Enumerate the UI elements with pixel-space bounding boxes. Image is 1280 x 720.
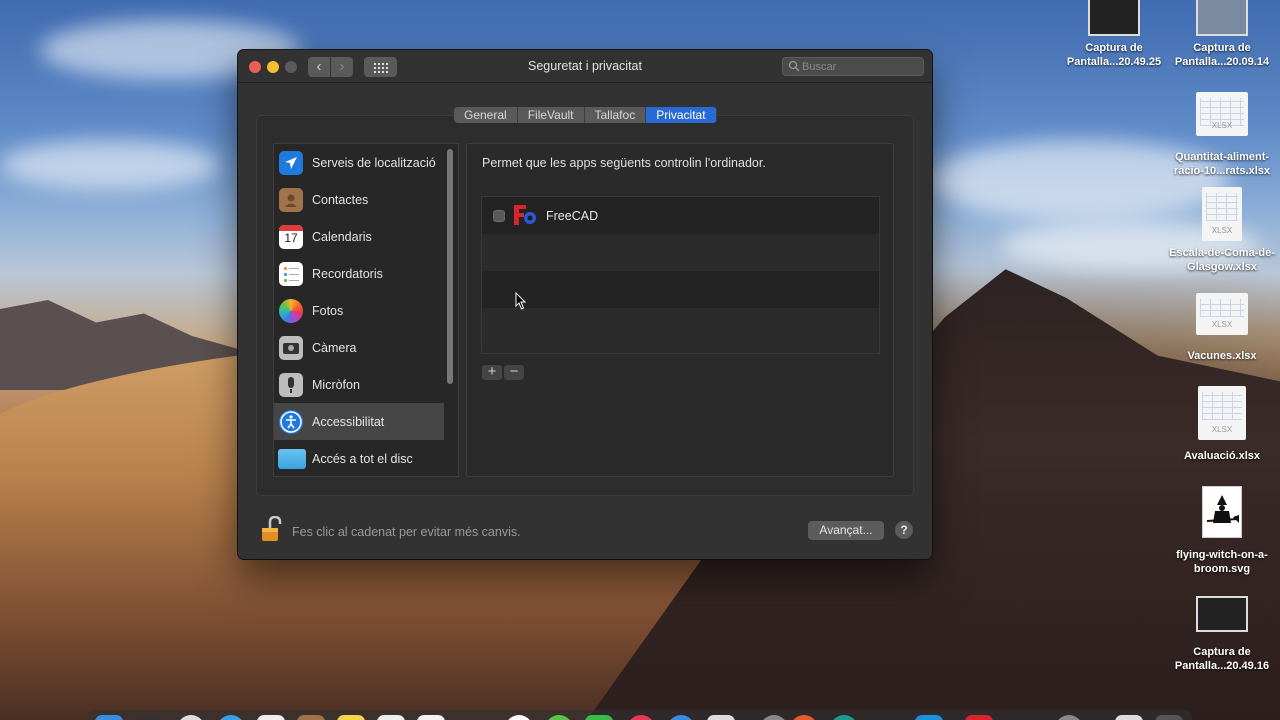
microphone-icon [279,372,303,397]
desktop-icon-label: Captura de Pantalla...20.09.14 [1174,42,1270,68]
tab-general[interactable]: General [454,107,518,123]
folder-icon [278,448,306,469]
desktop-icon[interactable]: XLSX Vacunes.xlsx [1162,293,1280,363]
tab-privacy[interactable]: Privacitat [646,107,717,123]
desktop-icon[interactable]: Captura de Pantalla...20.49.16 [1162,596,1280,673]
camera-icon [279,335,303,360]
app-dock-icon[interactable] [915,715,943,720]
list-item [482,234,879,271]
desktop-icon-label: Captura de Pantalla...20.49.16 [1174,646,1270,672]
desktop-icon[interactable]: Captura de Pantalla...20.49.25 [1054,0,1174,69]
sidebar-item-label: Serveis de localització [312,155,436,170]
sidebar-item-label: Calendaris [312,229,372,244]
sidebar-item-full-disk-access[interactable]: Accés a tot el disc [274,440,444,476]
desktop-icon-label: Vacunes.xlsx [1187,350,1257,362]
privacy-category-list[interactable]: Serveis de localització Contactes 17 Cal… [273,143,459,477]
xlsx-file-icon: XLSX [1198,386,1246,440]
screenshot-thumbnail-icon [1196,0,1248,36]
contacts-dock-icon[interactable] [297,715,325,720]
search-icon [788,60,800,72]
desktop-icon-label: Quantitat-aliment-racio-10...rats.xlsx [1173,151,1270,177]
desktop-icon[interactable]: flying-witch-on-a-broom.svg [1162,486,1280,576]
pane-description: Permet que les apps següents controlin l… [482,156,766,170]
sidebar-item-camera[interactable]: Càmera [274,329,444,366]
tab-firewall[interactable]: Tallafoc [584,107,647,123]
desktop-icon[interactable]: XLSX Escala-de-Coma-de-Glasgow.xlsx [1162,187,1280,274]
finder-dock-icon[interactable] [95,715,123,720]
desktop-icon-label: flying-witch-on-a-broom.svg [1176,549,1268,575]
list-item [482,271,879,308]
reminders-icon [279,261,303,286]
mouse-cursor-icon [515,292,527,310]
sidebar-item-contacts[interactable]: Contactes [274,181,444,218]
facetime-dock-icon[interactable] [585,715,613,720]
search-field[interactable] [782,57,924,76]
list-item [482,308,879,345]
list-item[interactable]: FreeCAD [482,197,879,234]
sidebar-item-label: Accessibilitat [312,414,385,429]
sidebar-item-label: Accés a tot el disc [312,451,413,466]
screenshot-thumbnail-icon [1196,596,1248,632]
accessibility-icon [279,409,303,434]
sidebar-item-label: Recordatoris [312,266,383,281]
sidebar-item-label: Micròfon [312,377,360,392]
app-name: FreeCAD [546,209,599,223]
photos-icon [279,298,303,323]
xlsx-file-icon: XLSX [1196,293,1248,335]
notes-dock-icon[interactable] [337,715,365,720]
maps-dock-icon[interactable] [417,715,445,720]
desktop-icon-label: Escala-de-Coma-de-Glasgow.xlsx [1169,247,1275,273]
app-enable-checkbox[interactable] [493,210,505,222]
desktop-icon[interactable]: XLSX Quantitat-aliment-racio-10...rats.x… [1162,92,1280,178]
desktop-icon[interactable]: Captura de Pantalla...20.09.14 [1162,0,1280,69]
contacts-icon [279,187,303,212]
screenshot-thumbnail-icon [1088,0,1140,36]
xlsx-file-icon: XLSX [1202,187,1242,241]
sidebar-item-accessibility[interactable]: Accessibilitat [274,403,444,440]
sidebar-scrollbar[interactable] [447,149,453,384]
lock-message: Fes clic al cadenat per evitar més canvi… [292,525,521,539]
desktop-icon-label: Avaluació.xlsx [1183,450,1261,462]
sidebar-item-label: Càmera [312,340,357,355]
advanced-button[interactable]: Avançat... [808,521,884,540]
help-button[interactable]: ? [895,521,913,539]
witch-svg-file-icon [1202,486,1242,538]
app-list[interactable]: FreeCAD [481,196,880,354]
desktop-icon-label: Captura de Pantalla...20.49.25 [1066,42,1162,68]
desktop-icon[interactable]: XLSX Avaluació.xlsx [1162,386,1280,463]
freecad-dock-icon[interactable] [965,715,993,720]
tab-bar: General FileVault Tallafoc Privacitat [454,107,717,123]
reminders-dock-icon[interactable] [377,715,405,720]
sidebar-item-label: Contactes [312,192,369,207]
padlock-icon[interactable] [260,515,282,542]
title-bar: ‹ › Seguretat i privacitat [238,50,932,83]
preview-dock-icon[interactable] [707,715,735,720]
trash-dock-icon[interactable] [1155,715,1183,720]
sidebar-item-photos[interactable]: Fotos [274,292,444,329]
xlsx-file-icon: XLSX [1196,92,1248,136]
add-app-button[interactable]: + [482,364,502,380]
tab-filevault[interactable]: FileVault [517,107,585,123]
sidebar-item-microphone[interactable]: Micròfon [274,366,444,403]
search-input[interactable] [802,59,918,74]
freecad-icon [512,203,538,227]
sidebar-item-label: Fotos [312,303,344,318]
security-privacy-window: ‹ › Seguretat i privacitat General FileV… [238,50,932,559]
location-arrow-icon [279,150,303,175]
photos-dock-icon[interactable] [257,715,285,720]
sidebar-item-calendars[interactable]: 17 Calendaris [274,218,444,255]
privacy-detail-pane: Permet que les apps següents controlin l… [466,143,894,477]
remove-app-button[interactable]: − [504,364,524,380]
sidebar-item-reminders[interactable]: Recordatoris [274,255,444,292]
sidebar-item-location-services[interactable]: Serveis de localització [274,144,444,181]
documents-dock-icon[interactable] [1115,715,1143,720]
calendar-icon: 17 [279,224,303,249]
